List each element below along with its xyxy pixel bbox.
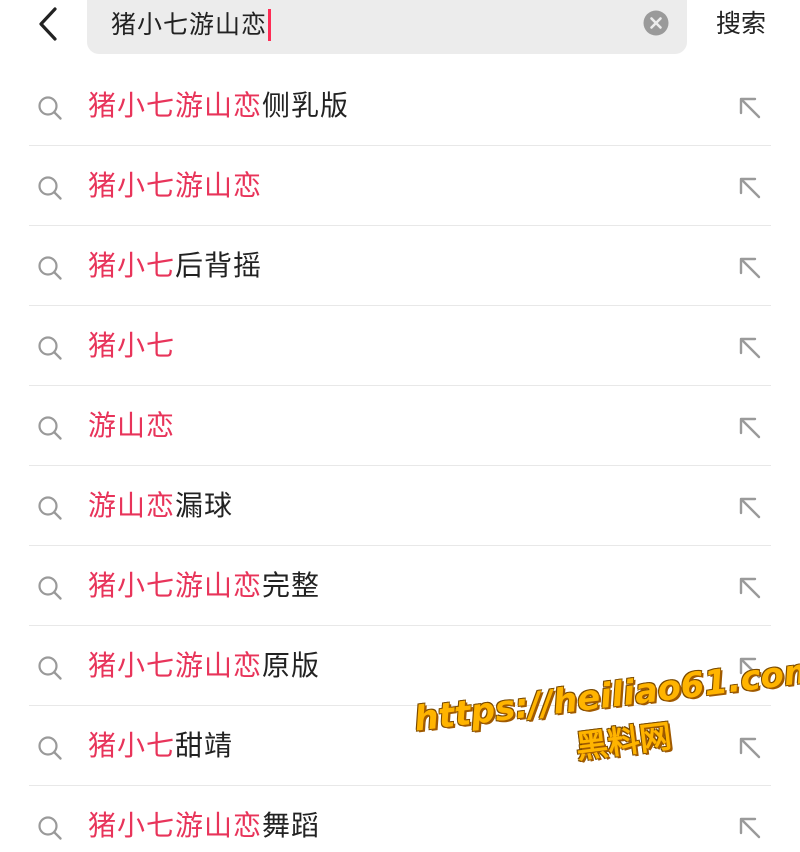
suggestion-highlight: 猪小七游山恋 [88,649,263,682]
arrow-up-left-icon[interactable] [736,174,764,202]
back-button[interactable] [30,4,66,44]
suggestion-list: 猪小七游山恋侧乳版 猪小七游山恋 猪小七后背摇 猪小七 游山恋 游山恋漏球 猪小七游山恋完整… [0,66,800,852]
text-caret [268,9,272,41]
clear-button[interactable] [643,10,669,36]
suggestion-item[interactable]: 猪小七游山恋舞蹈 [0,786,800,852]
suggestion-highlight: 猪小七游山恋 [88,89,263,122]
search-icon [38,176,62,200]
search-field[interactable]: 猪小七游山恋 [87,0,687,54]
search-input[interactable]: 猪小七游山恋 [111,9,272,41]
search-icon [38,256,62,280]
suggestion-label: 猪小七游山恋完整 [88,566,320,606]
clear-circle-icon [643,10,669,36]
search-query-text: 猪小七游山恋 [111,10,268,39]
arrow-up-left-icon[interactable] [736,494,764,522]
suggestion-item[interactable]: 游山恋 [0,386,800,466]
suggestion-item[interactable]: 游山恋漏球 [0,466,800,546]
suggestion-rest: 侧乳版 [262,89,350,122]
suggestion-label: 猪小七游山恋 [88,166,262,206]
suggestion-highlight: 猪小七 [88,729,176,762]
suggestion-rest: 原版 [262,649,321,682]
arrow-up-left-icon[interactable] [736,414,764,442]
suggestion-item[interactable]: 猪小七游山恋完整 [0,546,800,626]
suggestion-highlight: 游山恋 [88,489,176,522]
suggestion-highlight: 猪小七游山恋 [88,569,263,602]
arrow-up-left-icon[interactable] [736,254,764,282]
search-submit-button[interactable]: 搜索 [716,8,766,40]
arrow-up-left-icon[interactable] [736,814,764,842]
suggestion-item[interactable]: 猪小七游山恋 [0,146,800,226]
search-icon [38,576,62,600]
search-icon [38,656,62,680]
suggestion-label: 猪小七 [88,326,175,366]
arrow-up-left-icon[interactable] [736,334,764,362]
suggestion-item[interactable]: 猪小七甜靖 [0,706,800,786]
arrow-up-left-icon[interactable] [736,94,764,122]
suggestion-rest: 甜靖 [175,729,234,762]
suggestion-item[interactable]: 猪小七游山恋原版 [0,626,800,706]
suggestion-rest: 舞蹈 [262,809,321,842]
suggestion-label: 猪小七游山恋侧乳版 [88,86,349,126]
search-bar: 猪小七游山恋 搜索 [0,0,800,64]
search-icon [38,816,62,840]
suggestion-highlight: 猪小七游山恋 [88,169,263,202]
search-icon [38,496,62,520]
suggestion-highlight: 猪小七 [88,249,176,282]
suggestion-label: 游山恋 [88,406,175,446]
suggestion-item[interactable]: 猪小七游山恋侧乳版 [0,66,800,146]
suggestion-rest: 后背摇 [175,249,263,282]
suggestion-highlight: 游山恋 [88,409,176,442]
search-icon [38,736,62,760]
suggestion-label: 猪小七游山恋原版 [88,646,320,686]
search-icon [38,336,62,360]
suggestion-highlight: 猪小七游山恋 [88,809,263,842]
suggestion-label: 猪小七后背摇 [88,246,262,286]
suggestion-rest: 完整 [262,569,321,602]
search-icon [38,416,62,440]
suggestion-label: 猪小七甜靖 [88,726,233,766]
arrow-up-left-icon[interactable] [736,654,764,682]
arrow-up-left-icon[interactable] [736,574,764,602]
arrow-up-left-icon[interactable] [736,734,764,762]
search-icon [38,96,62,120]
suggestion-label: 猪小七游山恋舞蹈 [88,806,320,846]
chevron-left-icon [39,7,57,41]
suggestion-label: 游山恋漏球 [88,486,233,526]
suggestion-rest: 漏球 [175,489,234,522]
suggestion-highlight: 猪小七 [88,329,176,362]
suggestion-item[interactable]: 猪小七后背摇 [0,226,800,306]
suggestion-item[interactable]: 猪小七 [0,306,800,386]
